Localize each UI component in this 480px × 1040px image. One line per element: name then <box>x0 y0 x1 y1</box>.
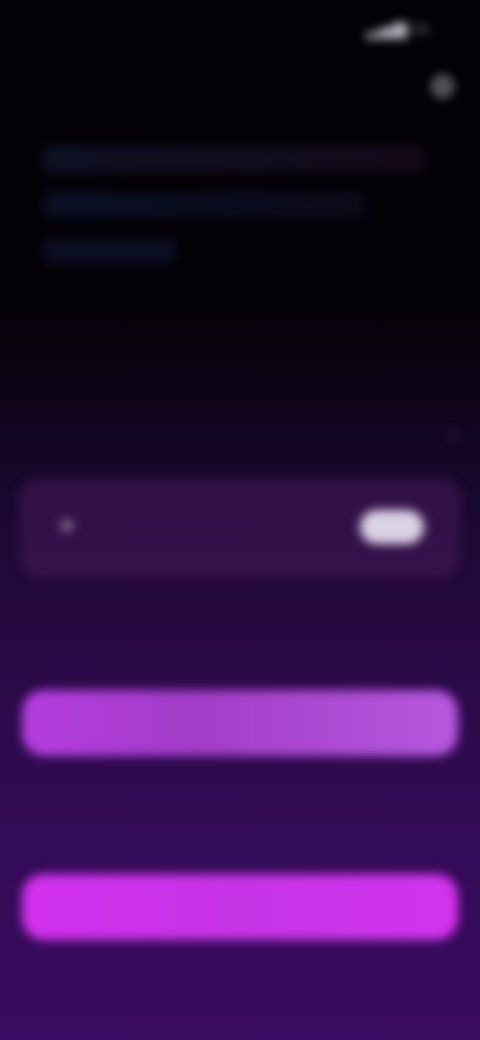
setting-row-2 <box>40 794 440 830</box>
info-line-3 <box>44 238 174 264</box>
status-bar: ▂▄▆ ▭ <box>0 14 480 44</box>
primary-action-button[interactable] <box>22 874 458 940</box>
feature-toggle[interactable] <box>360 510 424 544</box>
feature-icon: ✦ <box>56 512 78 542</box>
signal-icon: ▂▄▆ ▭ <box>365 18 430 39</box>
chevron-right-icon: › <box>449 422 458 447</box>
info-line-1 <box>44 146 424 172</box>
info-line-2 <box>44 192 364 218</box>
setting-row-1 <box>40 620 440 656</box>
info-block <box>44 146 424 284</box>
feature-card[interactable]: ✦ <box>20 478 460 578</box>
option-bar-1[interactable] <box>22 690 458 756</box>
header: ⚙ <box>22 62 462 112</box>
gear-icon[interactable]: ⚙ <box>429 70 456 105</box>
section-header[interactable]: › <box>22 418 462 458</box>
